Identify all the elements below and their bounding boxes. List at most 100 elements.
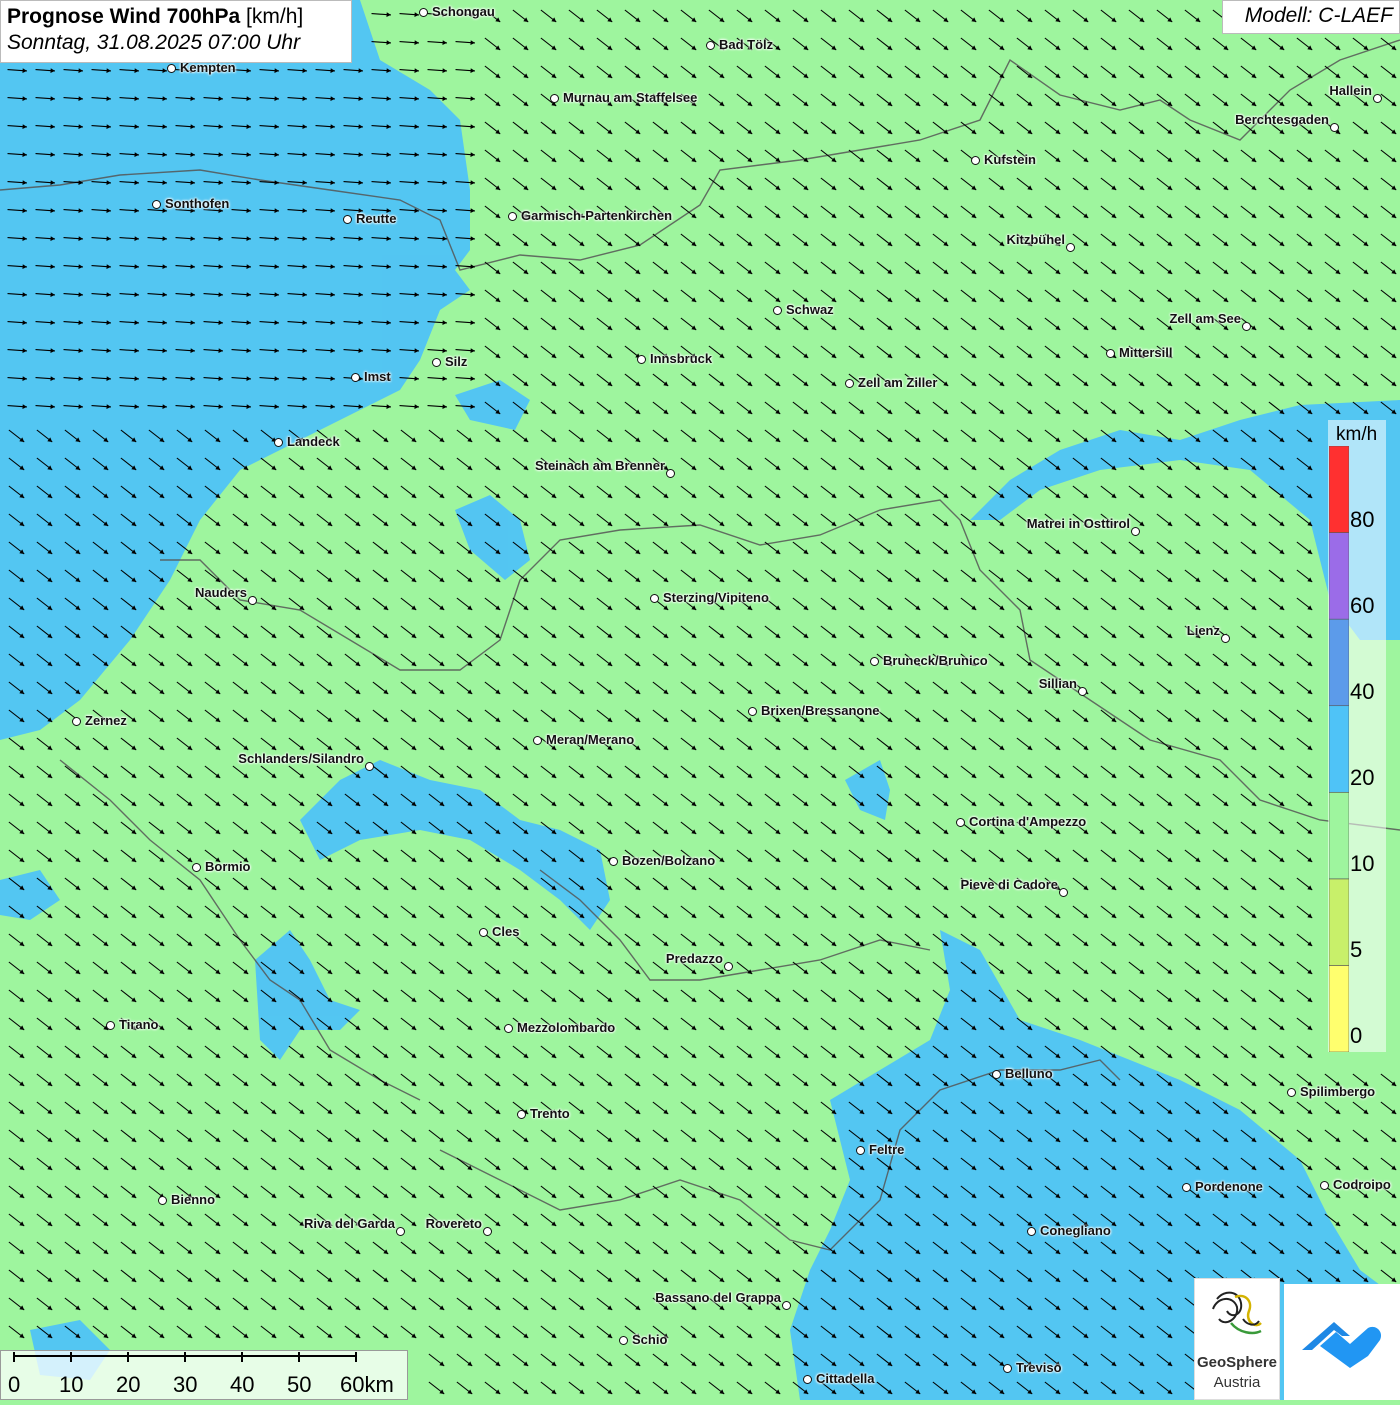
title-bold: Prognose Wind 700hPa	[7, 5, 241, 28]
city-marker	[483, 1227, 492, 1236]
city-marker	[1330, 123, 1339, 132]
city-label: Schlanders/Silandro	[238, 751, 364, 766]
city-marker	[1320, 1181, 1329, 1190]
city-marker	[72, 717, 81, 726]
city-label: Belluno	[1005, 1066, 1053, 1081]
city-label: Meran/Merano	[546, 732, 635, 747]
city-marker	[666, 469, 675, 478]
city-marker	[845, 379, 854, 388]
model-label: Modell: C-LAEF	[1222, 0, 1400, 34]
title-unit: [km/h]	[246, 5, 304, 28]
city-label: Steinach am Brenner	[534, 458, 665, 473]
city-marker	[432, 358, 441, 367]
city-label: Schongau	[432, 4, 495, 19]
city-label: Predazzo	[665, 951, 723, 966]
city-marker	[192, 863, 201, 872]
legend-label-0: 0	[1350, 1023, 1363, 1048]
title-box: Prognose Wind 700hPa [km/h] Sonntag, 31.…	[0, 0, 352, 63]
scale-label-20: 20	[116, 1372, 141, 1397]
city-marker	[1027, 1227, 1036, 1236]
city-marker	[1059, 888, 1068, 897]
legend-label-5: 5	[1350, 937, 1363, 962]
city-label: Garmisch-Partenkirchen	[521, 208, 673, 223]
city-label: Nauders	[194, 585, 247, 600]
city-marker	[158, 1196, 167, 1205]
city-label: Pordenone	[1195, 1179, 1263, 1194]
legend-label-10: 10	[1350, 851, 1375, 876]
city-label: Codroipo	[1333, 1177, 1391, 1192]
legend-bin-80-100	[1329, 446, 1349, 533]
city-marker	[274, 438, 283, 447]
city-label: Pieve di Cadore	[960, 877, 1058, 892]
legend-bin-60-80	[1329, 532, 1349, 620]
city-label: Zell am See	[1169, 311, 1241, 326]
city-label: Landeck	[287, 434, 340, 449]
city-marker	[856, 1146, 865, 1155]
city-marker	[479, 928, 488, 937]
city-label: Kempten	[180, 60, 236, 75]
city-marker	[365, 762, 374, 771]
scale-label-30: 30	[173, 1372, 198, 1397]
forecast-datetime: Sonntag, 31.08.2025 07:00 Uhr	[7, 31, 301, 54]
city-label: Schwaz	[786, 302, 834, 317]
city-marker	[343, 215, 352, 224]
legend-bin-5-10	[1329, 878, 1349, 966]
city-marker	[748, 707, 757, 716]
city-marker	[956, 818, 965, 827]
city-marker	[106, 1021, 115, 1030]
scale-label-60km: 60km	[340, 1372, 394, 1397]
city-marker	[504, 1024, 513, 1033]
geosphere-name: GeoSphere	[1196, 1354, 1278, 1371]
city-marker	[609, 857, 618, 866]
city-marker	[550, 94, 559, 103]
city-marker	[1221, 634, 1230, 643]
scale-label-10: 10	[59, 1372, 84, 1397]
city-label: Conegliano	[1040, 1223, 1111, 1238]
city-marker	[419, 8, 428, 17]
legend-label-40: 40	[1350, 679, 1375, 704]
city-label: Cittadella	[816, 1371, 875, 1386]
legend-colorbar	[1329, 446, 1349, 1052]
city-label: Tirano	[119, 1017, 159, 1032]
city-label: Brixen/Bressanone	[761, 703, 880, 718]
legend-unit: km/h	[1336, 424, 1378, 445]
blue-cloud-arrow-icon	[1302, 1322, 1382, 1368]
city-label: Zernez	[85, 713, 127, 728]
city-marker	[167, 64, 176, 73]
city-label: Feltre	[869, 1142, 905, 1157]
city-label: Mezzolombardo	[517, 1020, 616, 1035]
city-label: Rovereto	[425, 1216, 482, 1231]
city-label: Schio	[632, 1332, 668, 1347]
city-label: Cles	[492, 924, 520, 939]
city-marker	[870, 657, 879, 666]
city-label: Sillian	[1038, 676, 1077, 691]
geosphere-swirl-icon	[1212, 1291, 1262, 1335]
city-marker	[508, 212, 517, 221]
city-label: Kitzbühel	[1006, 232, 1066, 247]
city-label: Bruneck/Brunico	[883, 653, 988, 668]
city-marker	[351, 373, 360, 382]
city-label: Kufstein	[984, 152, 1036, 167]
city-marker	[1287, 1088, 1296, 1097]
city-marker	[803, 1375, 812, 1384]
city-label: Reutte	[356, 211, 397, 226]
legend-bin-20-40	[1329, 705, 1349, 793]
city-marker	[773, 306, 782, 315]
city-marker	[1373, 94, 1382, 103]
scale-label-40: 40	[230, 1372, 255, 1397]
city-label: Riva del Garda	[303, 1216, 395, 1231]
city-label: Mittersill	[1119, 345, 1173, 360]
partner-logo[interactable]	[1284, 1284, 1400, 1400]
city-marker	[152, 200, 161, 209]
city-label: Sterzing/Vipiteno	[663, 590, 769, 605]
city-marker	[650, 594, 659, 603]
city-marker	[396, 1227, 405, 1236]
city-label: Silz	[445, 354, 468, 369]
city-marker	[637, 355, 646, 364]
city-label: Treviso	[1016, 1360, 1062, 1375]
city-marker	[1106, 349, 1115, 358]
city-label: Hallein	[1329, 83, 1372, 98]
city-label: Lienz	[1186, 623, 1220, 638]
legend-bin-10-20	[1329, 791, 1349, 880]
city-label: Bormio	[205, 859, 251, 874]
